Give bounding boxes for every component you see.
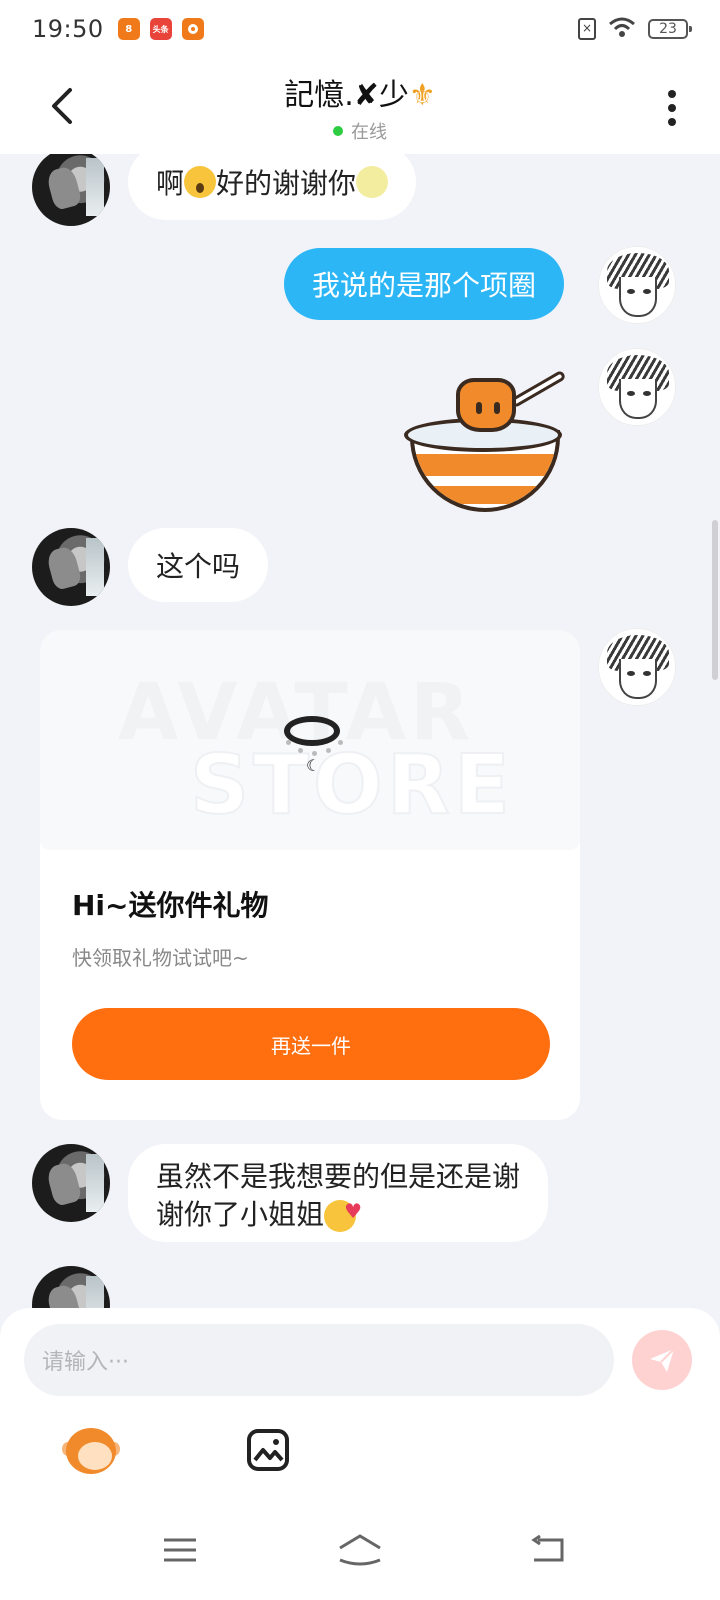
more-vertical-icon — [668, 90, 676, 126]
paper-plane-icon — [650, 1348, 675, 1372]
my-avatar[interactable] — [598, 348, 676, 426]
gift-image: AVATAR STORE ☾ — [40, 630, 580, 850]
image-icon — [247, 1429, 289, 1471]
input-placeholder: 请输入··· — [42, 1350, 129, 1375]
contact-name: 記憶.✘少 — [284, 78, 409, 113]
gift-title: Hi~送你件礼物 — [72, 889, 269, 922]
smiling-face-with-hearts-icon — [324, 1192, 362, 1232]
status-time: 19:50 — [32, 15, 104, 43]
menu-button[interactable] — [160, 1530, 200, 1570]
watermark-store: STORE — [189, 737, 514, 834]
message-bubble-outgoing[interactable]: 我说的是那个项圈 — [284, 248, 565, 320]
send-button[interactable] — [632, 1330, 692, 1390]
app-icon-2: 头条 — [149, 18, 172, 40]
notification-icons: 8 头条 — [117, 18, 204, 40]
monkey-emoji-button[interactable] — [62, 1428, 120, 1478]
message-text: 谢你了小姐姐 — [156, 1198, 325, 1231]
send-another-gift-button[interactable]: 再送一件 — [72, 1008, 550, 1080]
message-text: 好的谢谢你 — [216, 167, 357, 200]
message-bubble-incoming[interactable]: 虽然不是我想要的但是还是谢 谢你了小姐姐 — [128, 1144, 549, 1242]
my-avatar[interactable] — [598, 628, 676, 706]
message-bubble-incoming[interactable]: 啊 好的谢谢你 — [128, 154, 417, 220]
app-icon-1: 8 — [117, 18, 140, 40]
fleur-de-lis-icon: ⚜ — [408, 78, 436, 113]
contact-avatar[interactable] — [32, 1144, 110, 1222]
contact-avatar[interactable] — [32, 1266, 110, 1308]
contact-avatar[interactable] — [32, 528, 110, 606]
scrollbar[interactable] — [712, 520, 718, 680]
message-list[interactable]: 啊 好的谢谢你 我说的是那个项圈 这个吗 AVATAR STORE ☾ Hi~送… — [0, 154, 720, 1308]
astonished-face-icon — [184, 166, 217, 198]
online-status: 在线 — [351, 122, 387, 143]
return-icon — [531, 1534, 564, 1562]
gift-subtitle: 快领取礼物试试吧~ — [72, 946, 249, 970]
app-icon-3 — [181, 18, 204, 40]
message-text: 虽然不是我想要的但是还是谢 — [156, 1160, 521, 1193]
cat-in-bowl-sticker[interactable] — [404, 369, 580, 518]
contact-avatar[interactable] — [32, 154, 110, 226]
monkey-icon — [66, 1428, 116, 1474]
choker-necklace-icon — [284, 716, 340, 746]
menu-icon — [164, 1538, 196, 1562]
message-text: 啊 — [156, 167, 185, 200]
home-icon — [339, 1534, 381, 1566]
online-indicator — [333, 126, 343, 136]
chat-title-block: 記憶.✘少⚜ 在线 — [0, 70, 720, 144]
home-button[interactable] — [336, 1530, 384, 1570]
image-picker-button[interactable] — [246, 1428, 290, 1472]
back-nav-button[interactable] — [528, 1530, 568, 1570]
more-options-button[interactable] — [664, 88, 680, 128]
wifi-icon — [608, 16, 636, 42]
message-bubble-incoming[interactable]: 这个吗 — [128, 528, 269, 602]
system-navigation-bar — [0, 1510, 720, 1600]
moon-face-icon — [356, 166, 389, 198]
no-sim-icon: × — [578, 18, 596, 40]
my-avatar[interactable] — [598, 246, 676, 324]
message-input[interactable]: 请输入··· — [24, 1324, 614, 1396]
battery-icon: 23 — [648, 19, 692, 39]
gift-card[interactable]: AVATAR STORE ☾ Hi~送你件礼物 快领取礼物试试吧~ 再送一件 — [40, 630, 580, 1120]
message-text: 我说的是那个项圈 — [312, 269, 537, 302]
moon-pendant-icon: ☾ — [306, 756, 321, 775]
status-bar: 19:50 8 头条 × 23 — [0, 0, 720, 58]
message-text: 这个吗 — [156, 550, 241, 583]
chat-header: 記憶.✘少⚜ 在线 — [0, 58, 720, 154]
